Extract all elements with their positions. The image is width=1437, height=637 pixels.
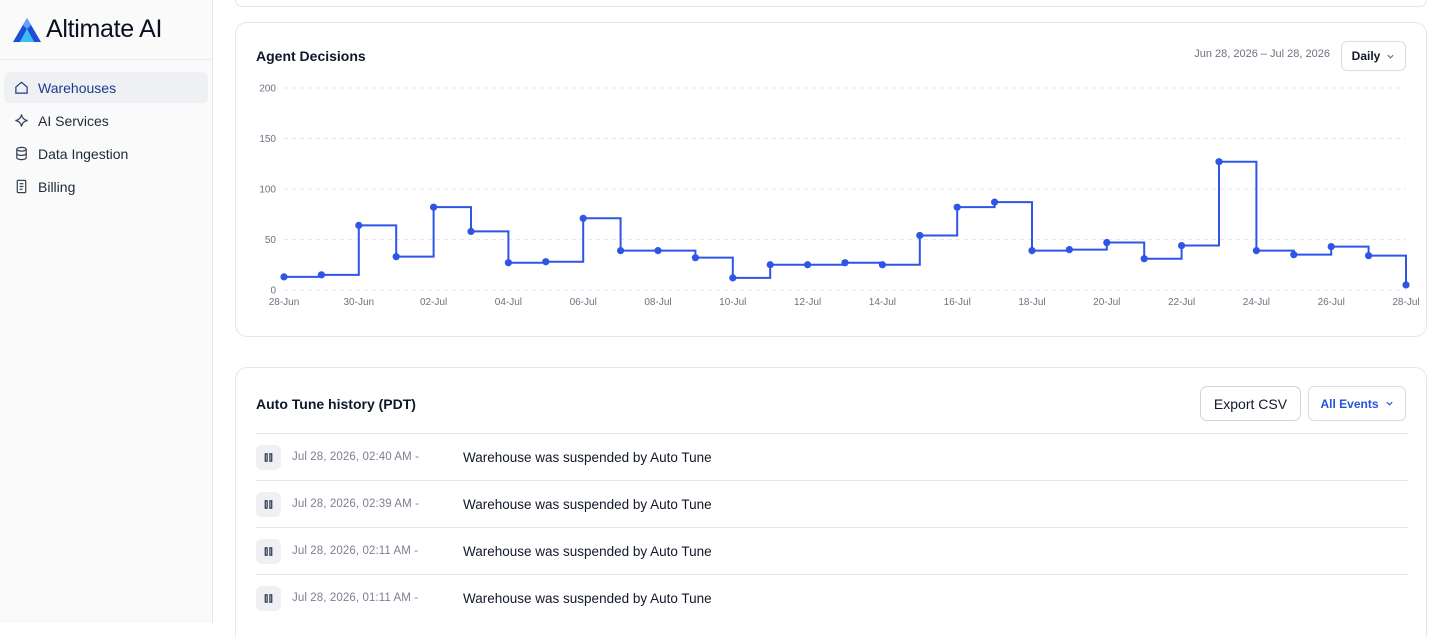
data-point [1327, 242, 1335, 251]
home-icon [12, 79, 30, 97]
x-tick-label: 28-Jul [1392, 297, 1419, 308]
pause-icon [256, 491, 281, 517]
database-icon [12, 145, 30, 163]
sidebar-item-billing[interactable]: Billing [4, 171, 208, 202]
data-point [991, 198, 999, 206]
x-tick-label: 12-Jul [794, 297, 821, 308]
sidebar-item-label: Data Ingestion [38, 145, 129, 162]
data-point [430, 203, 438, 211]
data-point [1215, 158, 1223, 166]
sidebar-item-label: AI Services [38, 112, 109, 129]
data-point [617, 247, 625, 255]
auto-tune-history-title: Auto Tune history (PDT) [256, 396, 416, 412]
data-point [691, 254, 699, 262]
sidebar-item-warehouses[interactable]: Warehouses [4, 72, 208, 103]
history-row-time: Jul 28, 2026, 02:39 AM - [292, 498, 420, 510]
auto-tune-history-card: Auto Tune history (PDT) Export CSV All E… [235, 367, 1427, 637]
pause-icon [256, 538, 281, 564]
x-tick-label: 30-Jun [344, 297, 375, 308]
x-tick-label: 06-Jul [570, 297, 597, 308]
agent-decisions-card: Agent Decisions Jun 28, 2026 – Jul 28, 2… [235, 22, 1427, 337]
x-tick-label: 16-Jul [944, 297, 971, 308]
data-point [654, 247, 662, 255]
x-tick-label: 28-Jun [269, 297, 300, 308]
data-point [729, 274, 737, 282]
pause-icon [256, 585, 281, 611]
data-point [766, 261, 774, 269]
x-tick-label: 18-Jul [1018, 297, 1045, 308]
x-tick-label: 22-Jul [1168, 297, 1195, 308]
event-filter-value: All Events [1320, 396, 1379, 411]
data-point [1290, 251, 1298, 259]
data-point [317, 271, 325, 279]
y-tick-label: 150 [259, 134, 276, 145]
data-point [579, 214, 587, 222]
x-tick-label: 02-Jul [420, 297, 447, 308]
data-point [841, 259, 849, 267]
history-row-time: Jul 28, 2026, 02:11 AM - [292, 545, 419, 557]
receipt-icon [12, 178, 30, 196]
sparkle-icon [12, 112, 30, 130]
data-point [504, 259, 512, 267]
history-row-time: Jul 28, 2026, 02:40 AM - [292, 451, 420, 463]
history-row[interactable]: Jul 28, 2026, 02:11 AM - Warehouse was s… [256, 527, 1408, 574]
x-tick-label: 10-Jul [719, 297, 746, 308]
y-tick-label: 100 [259, 185, 276, 196]
data-point [953, 203, 961, 211]
sidebar-item-label: Billing [38, 178, 76, 195]
history-list: Jul 28, 2026, 02:40 AM - Warehouse was s… [256, 433, 1408, 621]
history-row-message: Warehouse was suspended by Auto Tune [463, 590, 712, 606]
data-point [916, 231, 924, 240]
data-point [392, 253, 400, 261]
history-row-message: Warehouse was suspended by Auto Tune [463, 543, 712, 559]
agent-decisions-chart: 0 50 100 150 200 28-Jun 30-Jun 02-Jul 04-Jul 06-J… [259, 84, 1419, 309]
sidebar-nav: Warehouses AI Services Data Ingestion Bi… [0, 60, 212, 202]
data-point [878, 261, 887, 269]
history-row-message: Warehouse was suspended by Auto Tune [463, 496, 712, 512]
sidebar-item-label: Warehouses [38, 79, 117, 96]
history-row[interactable]: Jul 28, 2026, 02:39 AM - Warehouse was s… [256, 480, 1408, 527]
data-point [1178, 241, 1186, 250]
data-point [804, 261, 812, 269]
brand-name: Altimate AI [46, 15, 163, 43]
history-row-message: Warehouse was suspended by Auto Tune [463, 449, 712, 465]
x-tick-label: 04-Jul [495, 297, 522, 308]
history-row[interactable]: Jul 28, 2026, 01:11 AM - Warehouse was s… [256, 574, 1408, 621]
altimate-logo-icon [13, 17, 41, 42]
x-tick-label: 08-Jul [644, 297, 671, 308]
sidebar: Altimate AI Warehouses AI Services Data … [0, 0, 213, 623]
y-tick-label: 200 [259, 84, 276, 95]
series-line [284, 160, 1407, 285]
data-point [1028, 247, 1036, 255]
data-point [1140, 255, 1148, 263]
data-point [1252, 247, 1260, 255]
history-row[interactable]: Jul 28, 2026, 02:40 AM - Warehouse was s… [256, 433, 1408, 480]
previous-card-edge [235, 0, 1427, 7]
data-point [542, 258, 550, 266]
data-point [1365, 252, 1373, 260]
x-tick-label: 24-Jul [1243, 297, 1270, 308]
data-point [355, 221, 363, 229]
x-tick-label: 26-Jul [1318, 297, 1345, 308]
history-row-time: Jul 28, 2026, 01:11 AM - [292, 592, 419, 604]
brand[interactable]: Altimate AI [0, 0, 212, 60]
x-tick-label: 20-Jul [1093, 297, 1120, 308]
y-tick-label: 0 [270, 286, 276, 297]
pause-icon [256, 444, 281, 470]
data-point [1402, 281, 1410, 289]
data-point [1103, 238, 1111, 247]
chevron-down-icon [1385, 401, 1393, 406]
y-tick-label: 50 [265, 235, 277, 246]
sidebar-item-ai-services[interactable]: AI Services [4, 105, 208, 136]
export-csv-button[interactable]: Export CSV [1200, 386, 1301, 421]
data-point [280, 273, 288, 281]
x-tick-label: 14-Jul [869, 297, 896, 308]
sidebar-item-data-ingestion[interactable]: Data Ingestion [4, 138, 208, 169]
event-filter-select[interactable]: All Events [1308, 386, 1406, 421]
data-point [1065, 246, 1073, 254]
data-point [467, 227, 475, 236]
